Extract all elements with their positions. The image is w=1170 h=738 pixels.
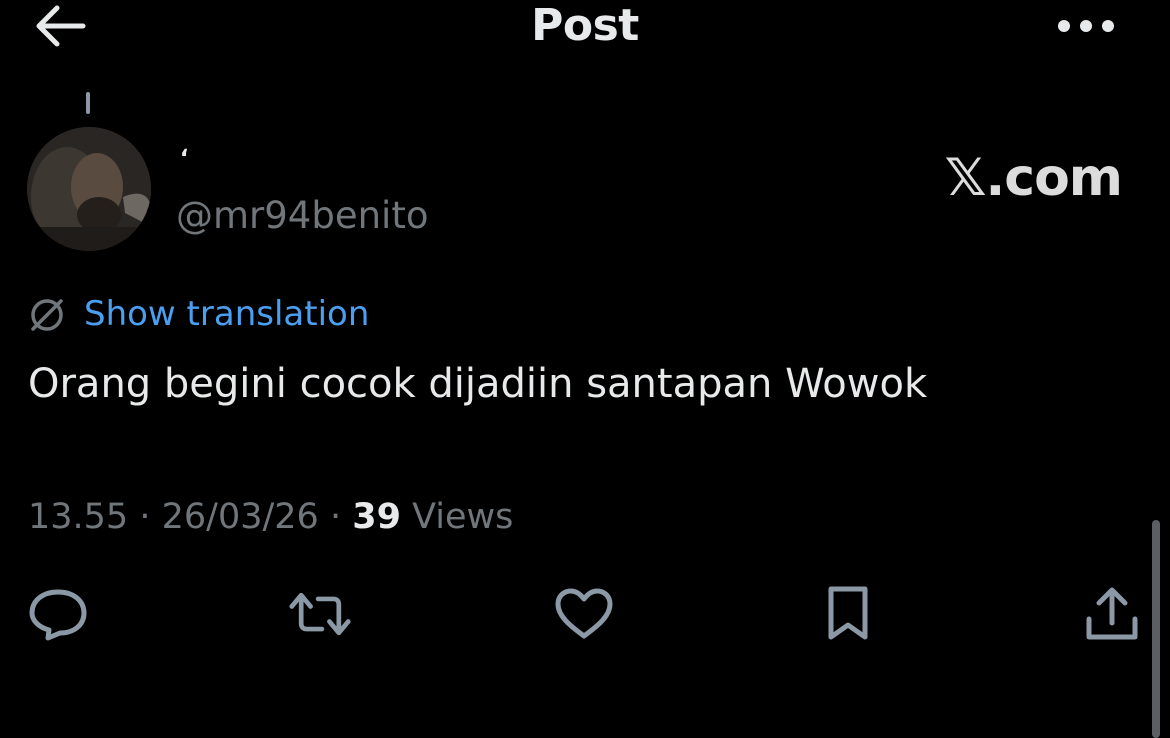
show-translation-link[interactable]: Show translation [84, 292, 369, 336]
share-icon [1086, 587, 1138, 640]
bookmark-icon [828, 586, 868, 640]
repost-icon [289, 592, 351, 636]
repost-button[interactable] [288, 582, 352, 646]
share-button[interactable] [1080, 582, 1144, 646]
more-options-button[interactable] [1050, 2, 1122, 50]
views-count[interactable]: 39 [352, 497, 401, 537]
like-button[interactable] [552, 582, 616, 646]
post-time: 13.55 [28, 497, 129, 537]
back-button[interactable] [28, 2, 92, 50]
post-meta: 13.55 · 26/03/26 · 39 Views [28, 494, 513, 540]
heart-icon [555, 588, 613, 639]
author-display-name[interactable]: ، [180, 138, 188, 162]
meta-separator: · [139, 497, 151, 537]
post-date: 26/03/26 [161, 497, 319, 537]
avatar[interactable] [27, 127, 151, 251]
more-horizontal-icon [1058, 20, 1114, 32]
arrow-left-icon [36, 5, 86, 47]
page-title: Post [531, 0, 639, 51]
author-handle[interactable]: @mr94benito [176, 193, 428, 239]
thread-connector-line [86, 92, 90, 114]
reply-icon [29, 589, 87, 641]
post-text: Orang begini cocok dijadiin santapan Wow… [28, 361, 928, 407]
bookmark-button[interactable] [816, 582, 880, 646]
scrollbar[interactable] [1152, 520, 1160, 738]
reply-button[interactable] [26, 582, 90, 646]
meta-separator: · [329, 497, 342, 537]
views-label[interactable]: Views [412, 497, 513, 537]
x-com-watermark: 𝕏.com [944, 148, 1123, 208]
translate-icon [28, 296, 66, 334]
avatar-photo [27, 127, 151, 251]
